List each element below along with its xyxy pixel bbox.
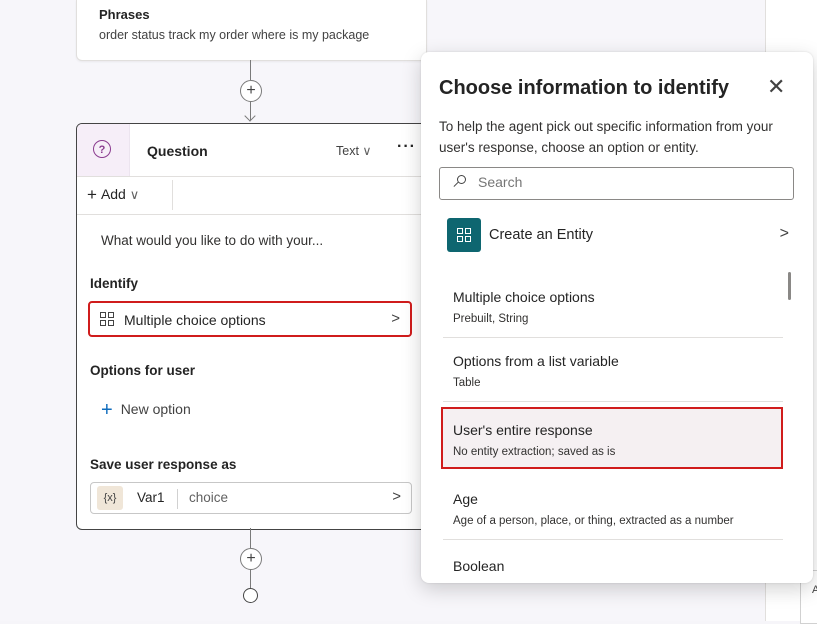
plus-icon: +	[87, 185, 97, 204]
search-box[interactable]	[439, 167, 794, 200]
new-option-label: New option	[120, 401, 191, 417]
entity-description: Age of a person, place, or thing, extrac…	[453, 515, 734, 527]
entity-name: User's entire response	[453, 422, 593, 438]
entity-list-item[interactable]: Age Age of a person, place, or thing, ex…	[443, 477, 783, 540]
add-node-plus-icon[interactable]: +	[240, 548, 262, 570]
response-type-dropdown[interactable]: Text ∨	[336, 143, 372, 158]
connector-line	[250, 528, 251, 548]
chevron-right-icon: >	[391, 310, 400, 327]
flyout-description: To help the agent pick out specific info…	[439, 119, 773, 155]
chevron-right-icon: >	[392, 488, 401, 505]
entity-grid-icon	[100, 312, 115, 327]
phrases-label: Phrases	[99, 7, 150, 22]
variable-separator	[177, 489, 178, 509]
connector-line	[250, 569, 251, 588]
save-variable-selector[interactable]: {x} Var1 choice >	[90, 482, 412, 514]
create-entity-row[interactable]: Create an Entity >	[439, 218, 799, 252]
entity-description: Table	[453, 377, 481, 389]
flyout-scrollbar[interactable]	[788, 272, 791, 300]
new-option-button[interactable]: + New option	[101, 399, 191, 422]
question-toolbar: + Add ∨	[77, 176, 426, 215]
create-entity-label: Create an Entity	[489, 227, 593, 243]
entity-list-item[interactable]: Boolean	[443, 544, 783, 583]
end-node-icon	[243, 588, 258, 603]
identify-value: Multiple choice options	[124, 312, 266, 328]
trigger-phrases-text: order status track my order where is my …	[99, 28, 370, 42]
identify-label: Identify	[90, 276, 139, 291]
entity-name: Options from a list variable	[453, 353, 619, 369]
entity-name: Age	[453, 491, 478, 507]
chevron-right-icon: >	[779, 225, 789, 242]
question-mark-icon: ?	[93, 140, 111, 158]
chevron-down-icon: ∨	[362, 144, 372, 158]
question-node-title: Question	[147, 143, 208, 159]
question-node-header: ? Question Text ∨ ···	[77, 124, 426, 177]
choose-information-flyout: Choose information to identify ✕ To help…	[421, 52, 813, 583]
close-icon[interactable]: ✕	[767, 74, 785, 100]
search-icon	[453, 175, 466, 188]
entity-list-item[interactable]: Multiple choice options Prebuilt, String	[443, 275, 783, 338]
add-button-label: Add	[100, 186, 126, 202]
add-button[interactable]: + Add ∨	[87, 185, 139, 205]
entity-list-item[interactable]: Options from a list variable Table	[443, 339, 783, 402]
entity-name: Boolean	[453, 558, 505, 574]
question-node-card[interactable]: ? Question Text ∨ ··· + Add ∨ What would …	[76, 123, 427, 530]
response-type-label: Text	[336, 144, 359, 158]
entity-name: Multiple choice options	[453, 289, 595, 305]
identify-selector[interactable]: Multiple choice options >	[88, 301, 412, 337]
right-pane-text: A	[812, 584, 817, 596]
plus-icon: +	[101, 399, 113, 421]
entity-grid-icon	[457, 228, 472, 243]
add-node-plus-icon[interactable]: +	[240, 80, 262, 102]
toolbar-divider	[172, 180, 173, 210]
trigger-node-card[interactable]: Phrases order status track my order wher…	[76, 0, 427, 61]
question-icon-box: ?	[77, 124, 130, 176]
entity-description: No entity extraction; saved as is	[453, 446, 616, 458]
save-response-label: Save user response as	[90, 457, 237, 472]
options-for-user-label: Options for user	[90, 363, 196, 378]
variable-name: Var1	[137, 490, 165, 505]
chevron-down-icon: ∨	[129, 187, 140, 202]
variable-type: choice	[189, 490, 229, 505]
connector-line	[250, 60, 251, 80]
question-prompt-text[interactable]: What would you like to do with your...	[101, 233, 323, 248]
entity-list-item-selected[interactable]: User's entire response No entity extract…	[441, 407, 783, 469]
entity-description: Prebuilt, String	[453, 313, 529, 325]
search-input[interactable]	[478, 174, 778, 190]
flyout-title: Choose information to identify	[439, 77, 729, 99]
variable-icon: {x}	[97, 486, 123, 510]
more-options-icon[interactable]: ···	[397, 138, 416, 156]
create-entity-icon-box	[447, 218, 481, 252]
